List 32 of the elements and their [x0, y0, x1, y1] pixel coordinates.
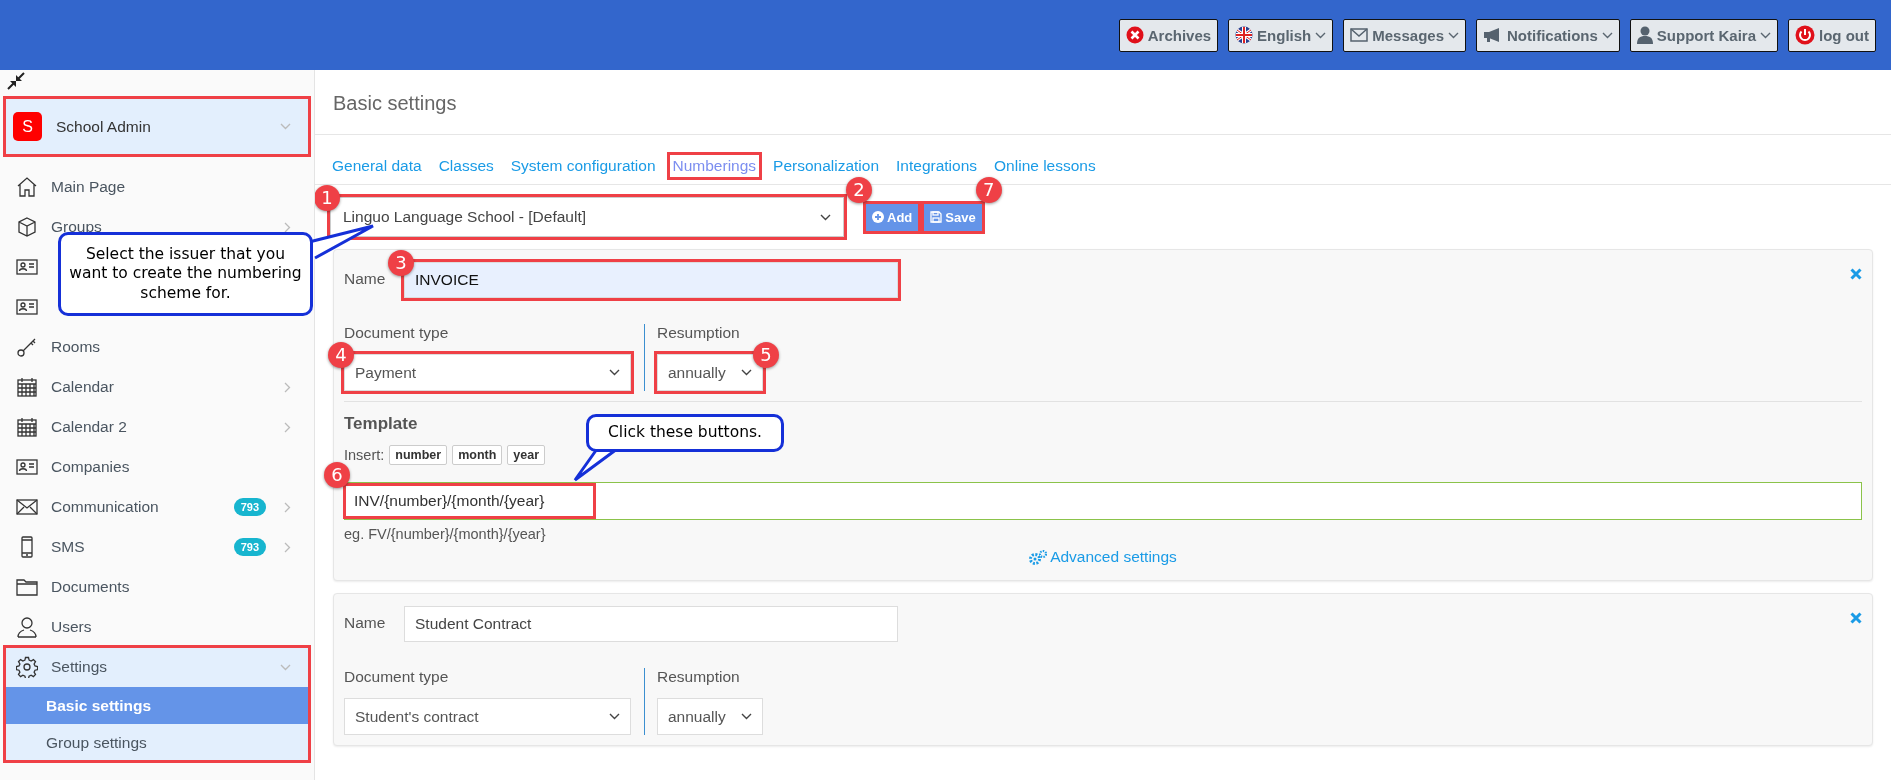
step-number-badge: 4 — [328, 342, 354, 368]
step-number-badge: 3 — [388, 250, 414, 276]
step-number-badge: 1 — [315, 185, 340, 211]
example-hint: eg. FV/{number}/{month}/{year} — [344, 526, 547, 542]
page-title: Basic settings — [315, 72, 1891, 135]
field-label: Resumption — [657, 324, 741, 342]
count-badge: 793 — [233, 538, 266, 556]
menu-label: Rooms — [51, 338, 102, 356]
field-label: Document type — [344, 668, 450, 686]
organization-name: School Admin — [56, 117, 152, 136]
field-label: Document type — [344, 324, 450, 342]
step-number-badge: 5 — [753, 342, 779, 368]
menu-label: SMS — [51, 538, 86, 556]
menu-label: Users — [51, 618, 93, 636]
hint-tooltip: Select the issuer that you want to create the numbering scheme for. — [58, 232, 313, 316]
menu-label: Main Page — [51, 178, 127, 196]
section-heading: Template — [344, 414, 418, 434]
menu-label: Calendar — [51, 378, 115, 396]
menu-label: Communication — [51, 498, 160, 516]
field-label: Resumption — [657, 668, 741, 686]
step-number-badge: 7 — [975, 176, 1002, 203]
menu-label: Calendar 2 — [51, 418, 128, 436]
step-number-badge: 6 — [324, 462, 350, 488]
count-badge: 793 — [233, 498, 266, 516]
field-label: Name — [344, 269, 387, 288]
organization-avatar: S — [13, 112, 42, 141]
menu-label: Documents — [51, 578, 131, 596]
field-label: Name — [344, 613, 387, 632]
menu-label: Companies — [51, 458, 131, 476]
insert-label: Insert: — [344, 447, 385, 463]
menu-label: Settings — [51, 658, 108, 676]
step-number-badge: 2 — [846, 176, 872, 203]
